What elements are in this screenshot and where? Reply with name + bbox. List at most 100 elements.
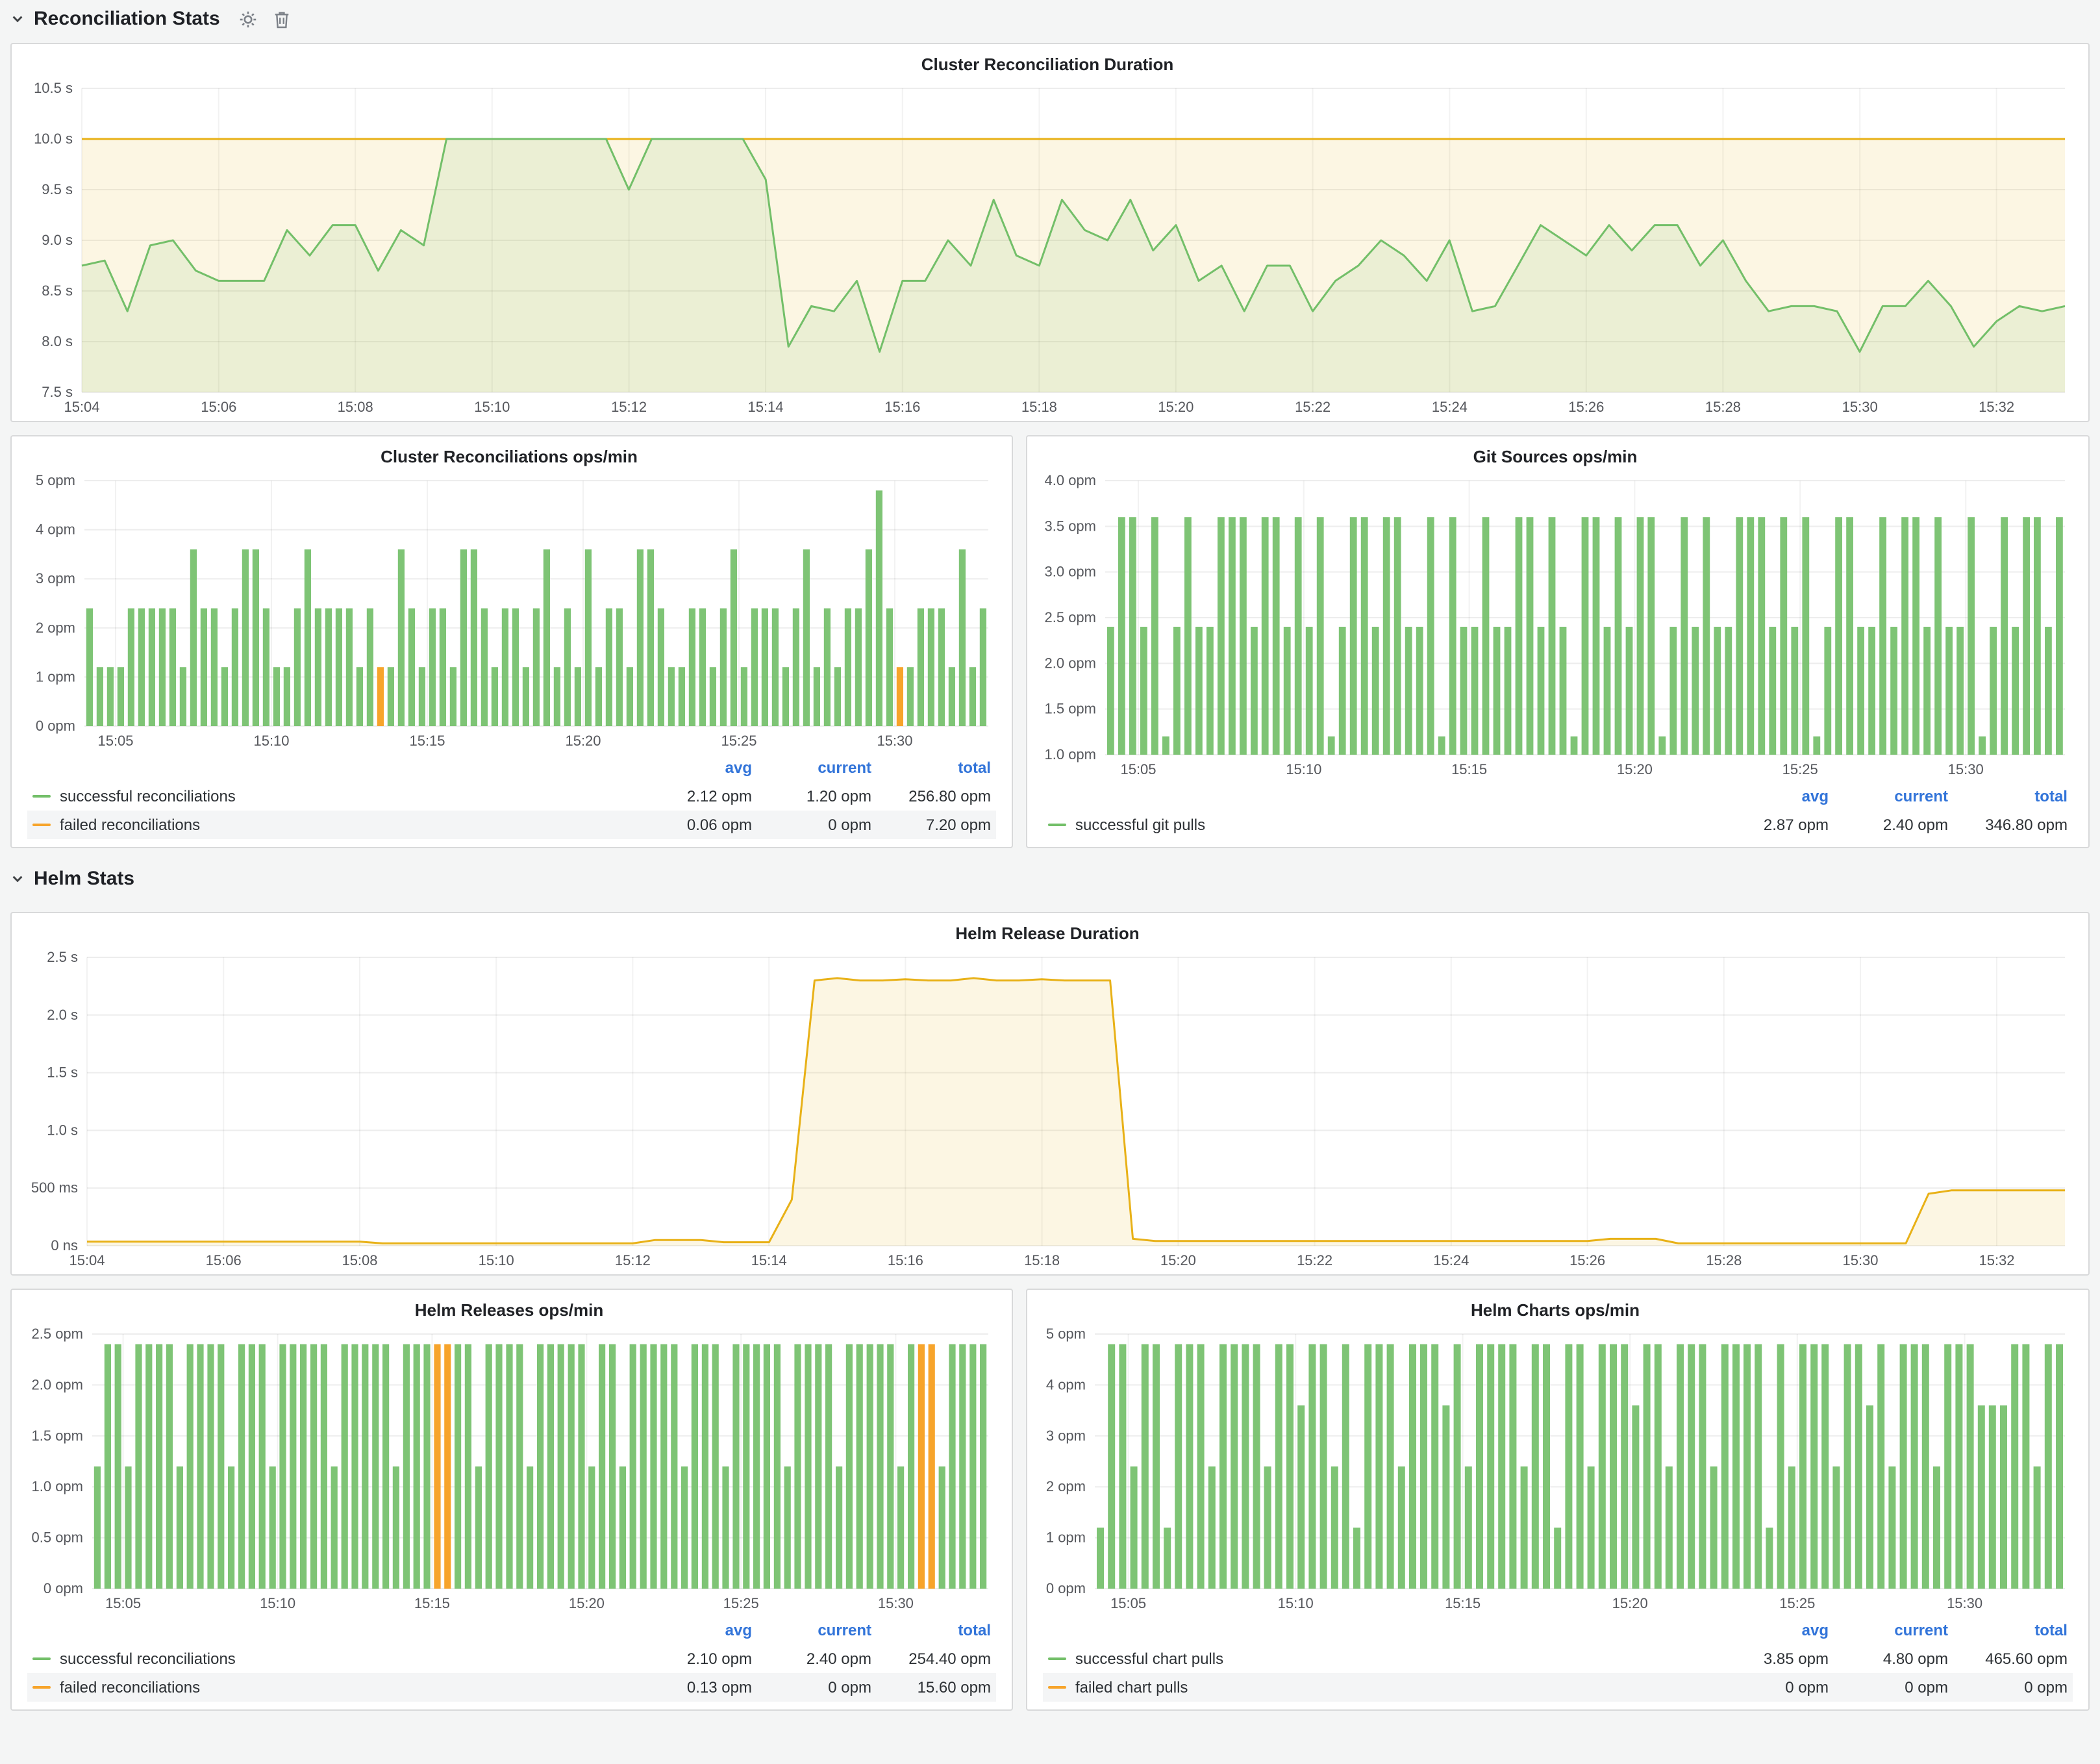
trash-icon[interactable] [275,10,290,28]
legend-row-successful: successful reconciliations 2.10 opm 2.40… [27,1644,996,1673]
svg-text:15:16: 15:16 [884,399,920,415]
legend-total-value: 256.80 opm [871,787,991,805]
series-dash-orange [1048,1686,1066,1689]
legend-row-successful: successful reconciliations 2.12 opm 1.20… [27,782,996,811]
chevron-down-icon[interactable] [10,872,25,886]
svg-text:2 opm: 2 opm [1046,1478,1086,1494]
cluster-reconciliations-chart[interactable]: 15:0515:1015:1515:2015:2515:305 opm4 opm… [19,470,999,752]
legend-current-value: 2.40 opm [752,1650,871,1668]
legend-header-row: avg current total [27,753,996,782]
legend-avg-value: 0.13 opm [632,1678,752,1696]
legend-current-value: 1.20 opm [752,787,871,805]
svg-text:15:08: 15:08 [338,399,373,415]
svg-text:15:28: 15:28 [1706,1252,1742,1268]
panel-cluster-reconciliation-duration: Cluster Reconciliation Duration 15:0415:… [10,43,2090,422]
svg-text:15:25: 15:25 [1782,761,1818,777]
legend-label: successful reconciliations [60,787,236,805]
legend-avg-value: 2.87 opm [1709,816,1829,834]
legend-header-total[interactable]: total [1948,1621,2068,1639]
chart-canvas[interactable]: 15:0415:0615:0815:1015:1215:1415:1615:18… [19,947,2075,1272]
series-dash-green [32,1657,51,1660]
svg-text:15:20: 15:20 [1158,399,1194,415]
svg-text:15:10: 15:10 [479,1252,514,1268]
gear-icon[interactable] [240,10,258,28]
svg-text:1.5 opm: 1.5 opm [1045,701,1097,717]
panel-title[interactable]: Helm Release Duration [19,918,2075,947]
svg-text:15:10: 15:10 [1286,761,1321,777]
legend-current-value: 0 opm [752,816,871,834]
svg-text:15:30: 15:30 [1948,761,1984,777]
svg-text:5 opm: 5 opm [36,472,75,488]
svg-text:15:05: 15:05 [1110,1595,1146,1611]
legend-header-avg[interactable]: avg [1709,787,1829,805]
svg-text:3.5 opm: 3.5 opm [1045,518,1097,534]
svg-text:500 ms: 500 ms [31,1179,78,1196]
chart-canvas[interactable]: 15:0515:1015:1515:2015:2515:302.5 opm2.0… [19,1324,999,1615]
chart-canvas[interactable]: 15:0415:0615:0815:1015:1215:1415:1615:18… [19,78,2075,418]
legend-current-value: 0 opm [752,1678,871,1696]
helm-releases-chart[interactable]: 15:0515:1015:1515:2015:2515:302.5 opm2.0… [19,1324,999,1615]
svg-text:15:30: 15:30 [1947,1595,1982,1611]
svg-text:15:25: 15:25 [721,733,756,749]
series-dash-orange [32,824,51,826]
legend-header-current[interactable]: current [752,1621,871,1639]
svg-text:9.5 s: 9.5 s [42,181,73,197]
svg-text:15:18: 15:18 [1021,399,1057,415]
chart-canvas[interactable]: 15:0515:1015:1515:2015:2515:304.0 opm3.5… [1035,470,2075,781]
legend-header-avg[interactable]: avg [1709,1621,1829,1639]
legend: avg current total successful git pulls 2… [1035,781,2075,844]
svg-text:15:06: 15:06 [201,399,236,415]
svg-text:10.0 s: 10.0 s [34,131,73,147]
svg-text:3.0 opm: 3.0 opm [1045,564,1097,580]
panel-title[interactable]: Cluster Reconciliation Duration [19,49,2075,78]
svg-text:1.5 s: 1.5 s [47,1065,78,1081]
svg-text:2 opm: 2 opm [36,620,75,636]
legend-header-current[interactable]: current [1829,787,1948,805]
svg-text:15:24: 15:24 [1432,399,1468,415]
svg-text:15:08: 15:08 [342,1252,377,1268]
legend-avg-value: 2.12 opm [632,787,752,805]
cluster-reconciliation-duration-chart[interactable]: 15:0415:0615:0815:1015:1215:1415:1615:18… [19,78,2075,418]
section-title[interactable]: Helm Stats [34,868,134,890]
panel-title[interactable]: Git Sources ops/min [1035,442,2075,470]
svg-text:15:04: 15:04 [69,1252,105,1268]
git-sources-chart[interactable]: 15:0515:1015:1515:2015:2515:304.0 opm3.5… [1035,470,2075,781]
legend-header-avg[interactable]: avg [632,1621,752,1639]
chevron-down-icon[interactable] [10,12,25,26]
svg-text:2.0 opm: 2.0 opm [32,1376,84,1392]
svg-text:4 opm: 4 opm [36,522,75,538]
svg-text:2.0 opm: 2.0 opm [1045,655,1097,671]
chart-canvas[interactable]: 15:0515:1015:1515:2015:2515:305 opm4 opm… [19,470,999,752]
legend-avg-value: 2.10 opm [632,1650,752,1668]
svg-text:15:05: 15:05 [105,1595,141,1611]
legend-header-total[interactable]: total [1948,787,2068,805]
legend-label: failed reconciliations [60,1678,200,1696]
svg-text:15:20: 15:20 [565,733,601,749]
svg-text:10.5 s: 10.5 s [34,80,73,96]
chart-canvas[interactable]: 15:0515:1015:1515:2015:2515:305 opm4 opm… [1035,1324,2075,1615]
legend-header-current[interactable]: current [752,759,871,777]
helm-release-duration-chart[interactable]: 15:0415:0615:0815:1015:1215:1415:1615:18… [19,947,2075,1272]
svg-text:15:15: 15:15 [409,733,445,749]
panel-title[interactable]: Helm Charts ops/min [1035,1295,2075,1324]
legend-header-total[interactable]: total [871,759,991,777]
legend-label: failed chart pulls [1075,1678,1188,1696]
svg-text:3 opm: 3 opm [36,570,75,586]
legend-current-value: 4.80 opm [1829,1650,1948,1668]
svg-text:15:22: 15:22 [1295,399,1331,415]
legend-header-row: avg current total [1043,782,2073,811]
svg-text:15:25: 15:25 [723,1595,759,1611]
panel-title[interactable]: Helm Releases ops/min [19,1295,999,1324]
legend-header-current[interactable]: current [1829,1621,1948,1639]
legend-header-total[interactable]: total [871,1621,991,1639]
svg-text:15:05: 15:05 [97,733,133,749]
helm-charts-chart[interactable]: 15:0515:1015:1515:2015:2515:305 opm4 opm… [1035,1324,2075,1615]
legend-label: successful reconciliations [60,1650,236,1668]
legend-label: successful git pulls [1075,816,1205,834]
svg-text:1.0 opm: 1.0 opm [1045,746,1097,762]
legend-header-avg[interactable]: avg [632,759,752,777]
section-title[interactable]: Reconciliation Stats [34,8,220,30]
legend-header-row: avg current total [27,1616,996,1644]
legend-total-value: 7.20 opm [871,816,991,834]
panel-title[interactable]: Cluster Reconciliations ops/min [19,442,999,470]
